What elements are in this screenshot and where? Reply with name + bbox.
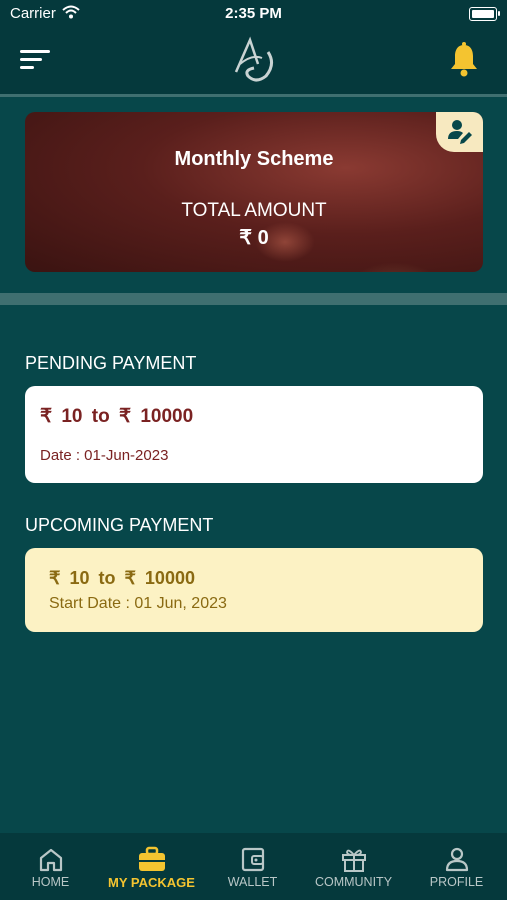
app-header <box>0 28 507 94</box>
home-icon <box>39 848 63 872</box>
nav-wallet-label: WALLET <box>227 875 278 889</box>
user-edit-icon <box>448 120 472 144</box>
nav-profile[interactable]: PROFILE <box>406 833 507 900</box>
wallet-icon <box>241 847 265 872</box>
pending-section-title: PENDING PAYMENT <box>25 353 197 373</box>
nav-home-label: HOME <box>31 875 70 889</box>
person-icon <box>445 847 469 872</box>
gift-icon <box>342 849 366 872</box>
status-time: 2:35 PM <box>225 5 282 22</box>
nav-wallet[interactable]: WALLET <box>202 833 303 900</box>
battery-icon <box>469 7 500 21</box>
pending-payment-card[interactable]: ₹ 10 to ₹ 10000 Date : 01-Jun-2023 <box>25 386 483 483</box>
upcoming-section-title: UPCOMING PAYMENT <box>25 515 214 535</box>
header-divider <box>0 94 507 97</box>
scheme-card[interactable]: Monthly Scheme TOTAL AMOUNT ₹ 0 <box>25 112 483 272</box>
upcoming-date: Start Date : 01 Jun, 2023 <box>49 595 227 612</box>
section-divider <box>0 293 507 305</box>
pending-date: Date : 01-Jun-2023 <box>40 447 169 464</box>
nav-home[interactable]: HOME <box>0 833 101 900</box>
status-bar: Carrier 2:35 PM <box>0 0 507 28</box>
nav-community[interactable]: COMMUNITY <box>303 833 404 900</box>
upcoming-payment-card[interactable]: ₹ 10 to ₹ 10000 Start Date : 01 Jun, 202… <box>25 548 483 632</box>
total-amount-value: ₹ 0 <box>239 227 269 249</box>
nav-my-package[interactable]: MY PACKAGE <box>101 833 202 900</box>
nav-profile-label: PROFILE <box>429 875 484 889</box>
menu-icon[interactable] <box>20 48 52 72</box>
ag-monogram-logo-icon <box>234 36 273 82</box>
nav-community-label: COMMUNITY <box>314 875 393 889</box>
user-edit-button[interactable] <box>436 112 483 152</box>
total-amount-label: TOTAL AMOUNT <box>181 200 327 221</box>
nav-my-package-label: MY PACKAGE <box>108 875 195 890</box>
bell-icon[interactable] <box>448 42 480 78</box>
upcoming-amount: ₹ 10 to ₹ 10000 <box>49 568 195 588</box>
bottom-nav: HOME MY PACKAGE WALLET COMMUNITY PROFILE <box>0 833 507 900</box>
scheme-title: Monthly Scheme <box>174 148 334 170</box>
pending-amount: ₹ 10 to ₹ 10000 <box>40 406 194 427</box>
briefcase-icon <box>139 846 165 871</box>
